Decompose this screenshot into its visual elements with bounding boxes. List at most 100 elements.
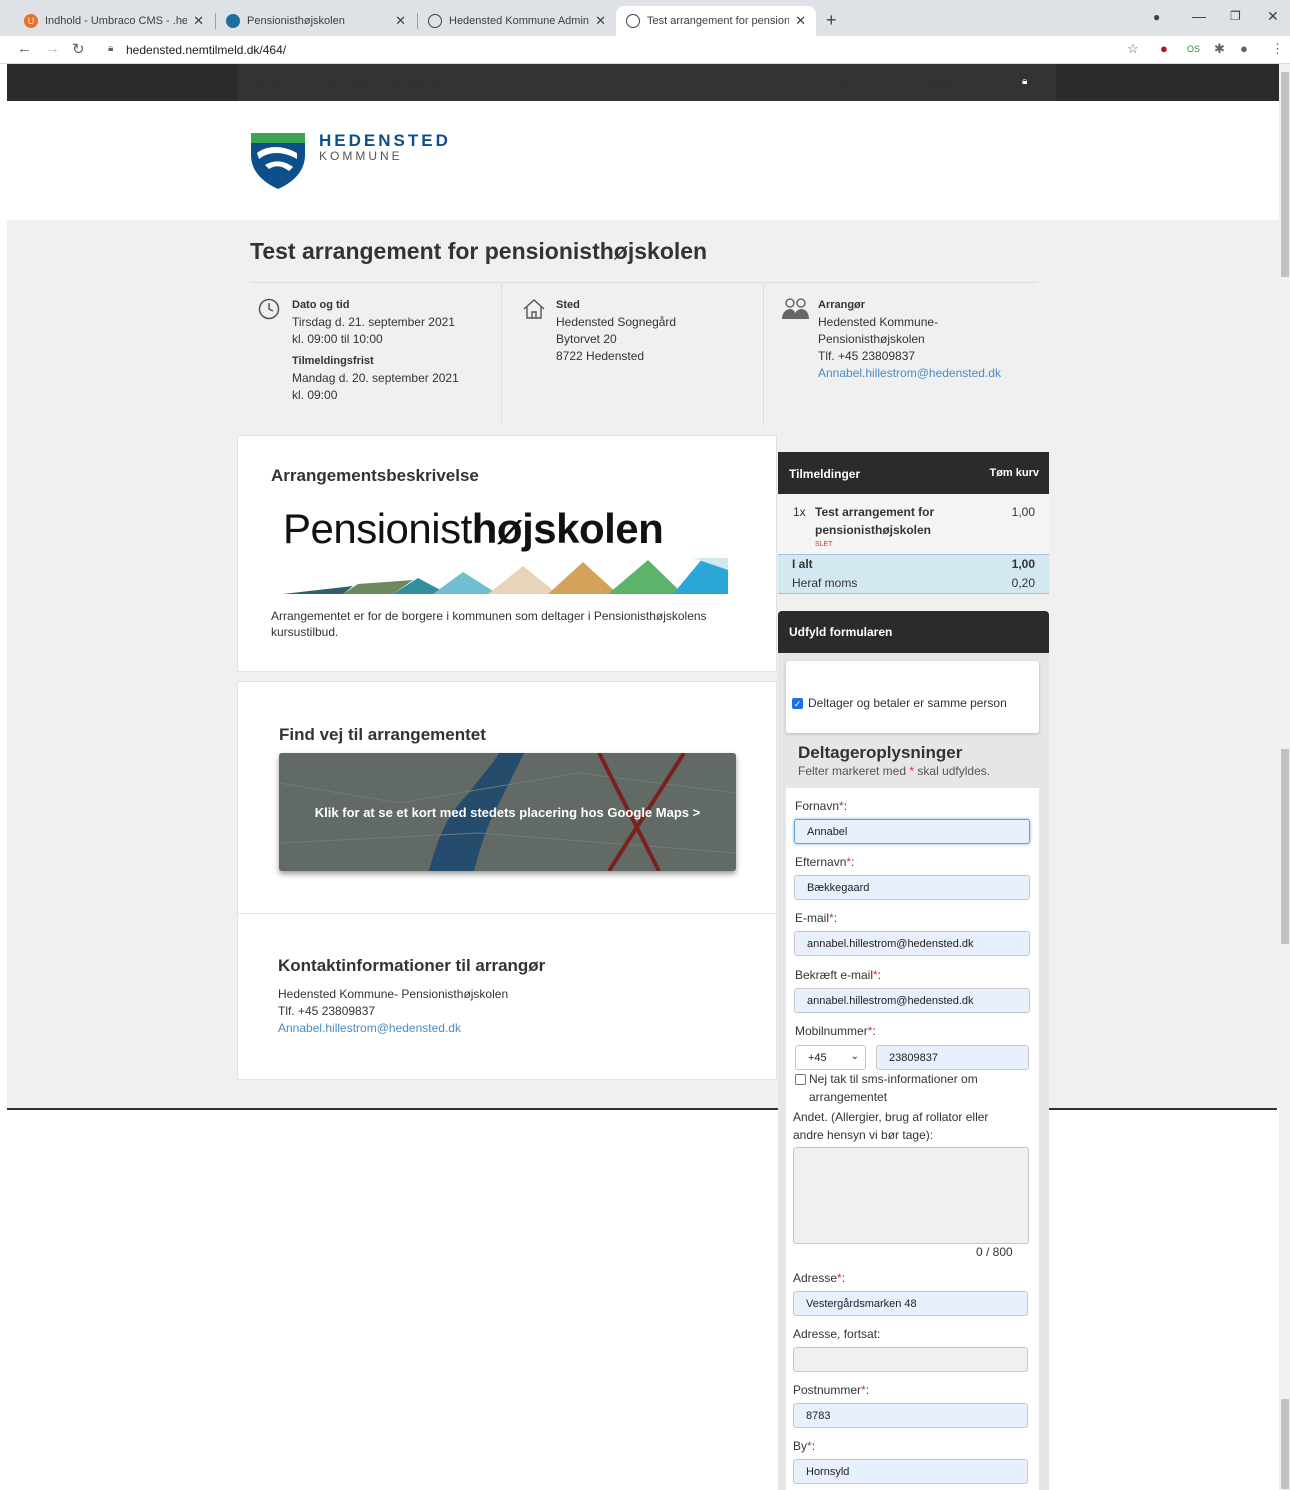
back-icon[interactable]: ← (17, 40, 32, 57)
browser-tab-active[interactable]: Test arrangement for pensionisth ✕ (616, 6, 816, 36)
firstname-input[interactable]: Annabel (794, 819, 1030, 844)
tab-title: Hedensted Kommune Administra (449, 15, 590, 27)
close-window-icon[interactable]: ✕ (1267, 8, 1279, 25)
profile-dot-icon[interactable]: ● (1153, 10, 1160, 24)
page-scrollbar[interactable] (1279, 64, 1290, 1490)
no-sms-checkbox[interactable] (795, 1074, 806, 1085)
no-sms-label[interactable]: Nej tak til sms-informationer om (809, 1072, 978, 1086)
close-tab-icon[interactable]: ✕ (395, 13, 406, 29)
close-tab-icon[interactable]: ✕ (595, 13, 606, 29)
close-tab-icon[interactable]: ✕ (193, 13, 204, 29)
restore-icon[interactable]: ❐ (1230, 9, 1241, 23)
google-maps-link[interactable]: Klik for at se et kort med stedets place… (279, 753, 736, 871)
contact-name: Hedensted Kommune- Pensionisthøjskolen (278, 987, 509, 1001)
logo-text-light: Pensionist (283, 505, 472, 552)
hedensted-logo[interactable]: HEDENSTED KOMMUNE (249, 131, 464, 189)
delete-item-link[interactable]: SLET (815, 541, 833, 548)
email-label: E-mail*: (795, 911, 838, 925)
map-heading: Find vej til arrangementet (279, 725, 486, 744)
clock-icon (258, 298, 280, 320)
other-label: andre hensyn vi bør tage): (793, 1128, 934, 1142)
logo-color-band (283, 558, 728, 594)
profile-avatar-icon[interactable]: ● (1240, 41, 1248, 56)
label-text: Postnummer (793, 1383, 862, 1397)
logo-text-kommune: KOMMUNE (319, 149, 403, 163)
contact-details: Hedensted Kommune- Pensionisthøjskolen T… (278, 986, 508, 1037)
form-heading: Udfyld formularen (789, 625, 893, 639)
organizer-heading: Arrangør (818, 299, 866, 311)
no-sms-label[interactable]: arrangementet (809, 1090, 887, 1104)
extension-icon[interactable]: OS (1187, 44, 1200, 54)
place-street: Bytorvet 20 (556, 332, 617, 346)
city-input[interactable]: Hornsyld (793, 1459, 1028, 1484)
date-heading: Dato og tid (292, 299, 350, 311)
google-maps-link-text[interactable]: Klik for at se et kort med stedets place… (279, 805, 736, 820)
organizer-name: Pensionisthøjskolen (818, 332, 925, 346)
place-heading: Sted (556, 299, 580, 311)
close-tab-icon[interactable]: ✕ (795, 13, 806, 29)
email-confirm-input[interactable]: annabel.hillestrom@hedensted.dk (794, 988, 1030, 1013)
browser-tab[interactable]: Pensionisthøjskolen ✕ (216, 6, 416, 36)
same-person-checkbox[interactable]: ✓ (792, 698, 803, 709)
ublock-icon[interactable]: ● (1160, 41, 1168, 56)
clear-basket-button[interactable]: Tøm kurv (989, 467, 1039, 479)
reload-icon[interactable]: ↻ (72, 40, 85, 58)
zip-label: Postnummer*: (793, 1383, 870, 1397)
place-name: Hedensted Sognegård (556, 315, 677, 329)
new-tab-icon[interactable]: + (826, 10, 837, 31)
deadline-time: kl. 09:00 (292, 388, 338, 402)
bookmark-star-icon[interactable]: ☆ (1127, 41, 1139, 57)
basket-totals: I alt 1,00 Heraf moms 0,20 (778, 554, 1049, 594)
other-textarea[interactable] (793, 1147, 1029, 1244)
mobile-input[interactable]: 23809837 (876, 1045, 1029, 1070)
url-field[interactable]: hedensted.nemtilmeld.dk/464/ (126, 43, 286, 57)
house-icon (523, 299, 545, 319)
character-counter: 0 / 800 (976, 1245, 1013, 1259)
required-note-text: skal udfyldes. (917, 764, 991, 778)
label-text: E-mail (795, 911, 830, 925)
basket-heading: Tilmeldinger (789, 467, 861, 481)
same-person-box: ✓ Deltager og betaler er samme person (786, 661, 1039, 733)
same-person-label[interactable]: Deltager og betaler er samme person (808, 696, 1007, 710)
lock-icon: 🔒︎ (108, 43, 114, 54)
organizer-email-link[interactable]: Annabel.hillestrom@hedensted.dk (818, 366, 1001, 380)
nav-forside[interactable]: Forside (816, 76, 859, 91)
browser-tab[interactable]: Hedensted Kommune Administra ✕ (418, 6, 616, 36)
other-label: Andet. (Allergier, brug af rollator elle… (793, 1110, 989, 1124)
logo-text-bold: højskolen (471, 505, 664, 552)
address2-label: Adresse, fortsat: (793, 1327, 881, 1341)
nav-logout[interactable]: Log ud (982, 76, 1022, 91)
tab-title: Indhold - Umbraco CMS - .heder (45, 15, 188, 27)
organizer-info: Arrangør Hedensted Kommune- Pensionisthø… (763, 284, 1039, 426)
minimize-icon[interactable]: — (1192, 8, 1206, 24)
label-text: Bekræft e-mail (795, 968, 874, 982)
pensionisthojskolen-logo: Pensionisthøjskolen (283, 505, 664, 553)
address-input[interactable]: Vestergårdsmarken 48 (793, 1291, 1028, 1316)
clock-icon (626, 14, 640, 28)
site-top-bar (7, 64, 1279, 101)
contact-email-link[interactable]: Annabel.hillestrom@hedensted.dk (278, 1021, 461, 1035)
nav-administration[interactable]: Administration (880, 76, 962, 91)
lastname-input[interactable]: Bækkegaard (794, 875, 1030, 900)
vat-label: Heraf moms (792, 576, 858, 590)
zip-input[interactable]: 8783 (793, 1403, 1028, 1428)
divider-line (7, 1108, 1277, 1110)
address2-input[interactable] (793, 1347, 1028, 1372)
basket-item: 1x Test arrangement for pensionisthøjsko… (778, 494, 1049, 554)
contact-heading: Kontaktinformationer til arrangør (278, 956, 546, 975)
menu-kebab-icon[interactable]: ⋮ (1271, 41, 1284, 57)
basket-item-title: pensionisthøjskolen (815, 523, 932, 537)
forward-icon[interactable]: → (45, 40, 60, 57)
contact-phone: Tlf. +45 23809837 (278, 1004, 376, 1018)
country-code-select[interactable]: +45 ⌄ (795, 1045, 866, 1070)
browser-tab[interactable]: U Indhold - Umbraco CMS - .heder ✕ (14, 6, 214, 36)
email-input[interactable]: annabel.hillestrom@hedensted.dk (794, 931, 1030, 956)
total-value: 1,00 (1011, 557, 1035, 571)
event-title: Test arrangement for pensionisthøjskolen (250, 238, 708, 264)
required-note-text: Felter markeret med (798, 764, 907, 778)
required-star: * (909, 764, 915, 778)
extensions-puzzle-icon[interactable]: ✱ (1214, 41, 1225, 57)
logo-text-hedensted: HEDENSTED (319, 131, 451, 150)
umbraco-icon: U (24, 14, 38, 28)
organizer-phone: Tlf. +45 23809837 (818, 349, 916, 363)
